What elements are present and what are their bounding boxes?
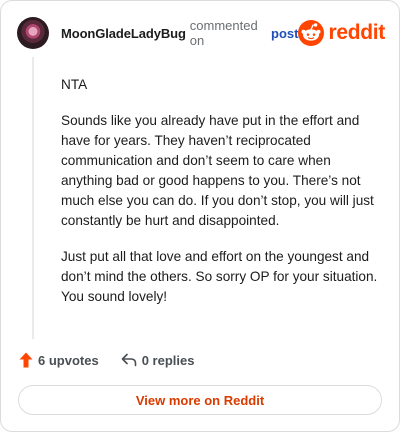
comment-paragraph: Sounds like you already have put in the … [61, 113, 374, 228]
comment-action-text: commented on [189, 18, 258, 48]
reply-button[interactable]: 0 replies [121, 352, 195, 368]
reddit-logo[interactable]: reddit [298, 20, 385, 46]
reply-count: 0 replies [141, 352, 195, 368]
comment-actions: 6 upvotes 0 replies [19, 349, 194, 371]
reddit-comment-embed: MoonGladeLadyBug commented on post reddi… [0, 0, 400, 432]
reddit-snoo-icon [298, 20, 325, 46]
comment-author[interactable]: MoonGladeLadyBug [61, 26, 186, 41]
comment-body: NTA Sounds like you already have put in … [61, 75, 379, 323]
upvote-button[interactable]: 6 upvotes [19, 352, 99, 368]
post-link[interactable]: post [271, 26, 298, 41]
thread-line [32, 57, 34, 339]
reply-arrow-icon [121, 353, 136, 367]
comment-paragraph: NTA [61, 77, 88, 92]
reddit-wordmark: reddit [328, 21, 385, 44]
upvote-count: 6 upvotes [38, 352, 99, 368]
view-more-button[interactable]: View more on Reddit [18, 385, 382, 415]
upvote-arrow-icon [19, 352, 33, 368]
comment-header: MoonGladeLadyBug commented on post reddi… [17, 16, 385, 50]
user-avatar[interactable] [17, 17, 49, 49]
comment-paragraph: Just put all that love and effort on the… [61, 249, 378, 304]
